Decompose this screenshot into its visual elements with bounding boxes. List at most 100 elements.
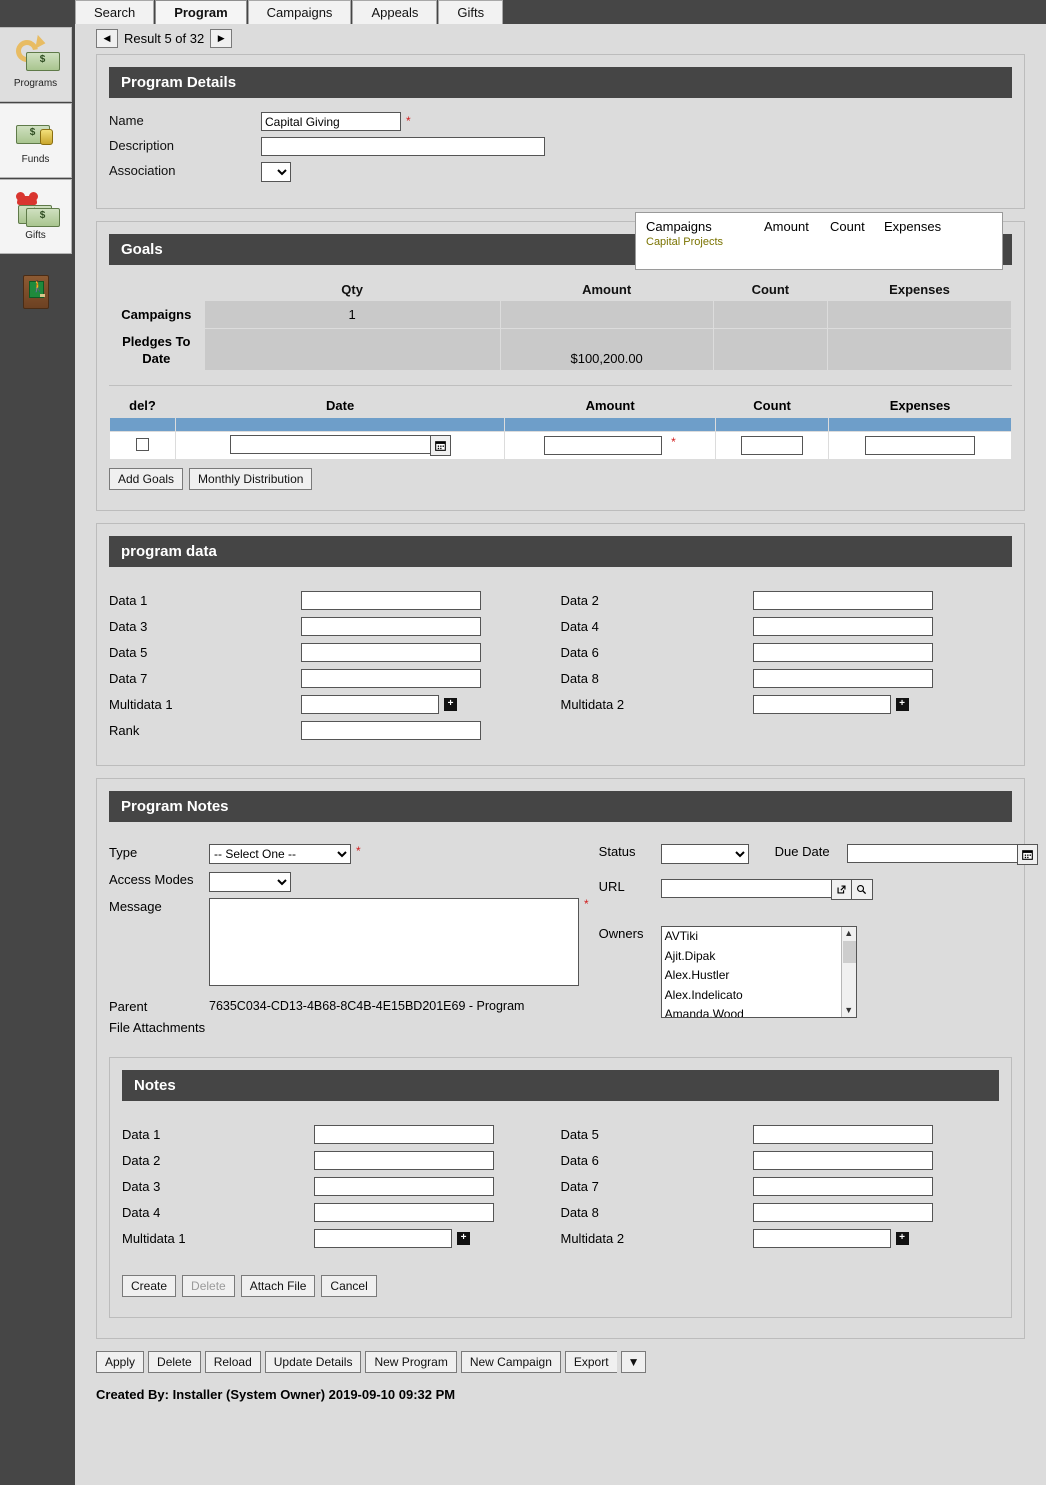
sidebar-item-programs-label: Programs bbox=[13, 78, 58, 89]
summary-col-expenses: Expenses bbox=[889, 282, 950, 297]
prev-result-button[interactable]: ◀ bbox=[96, 29, 118, 48]
tab-search[interactable]: Search bbox=[75, 0, 155, 24]
list-item[interactable]: Ajit.Dipak bbox=[662, 947, 856, 967]
notes-data-row: Data 3 bbox=[122, 1173, 561, 1199]
goal-count-input[interactable] bbox=[741, 436, 804, 455]
scrollbar-thumb[interactable] bbox=[842, 941, 856, 963]
file-attachments-label: File Attachments bbox=[109, 1020, 206, 1035]
add-goals-button[interactable]: Add Goals bbox=[109, 468, 184, 490]
description-input[interactable] bbox=[261, 137, 545, 156]
notes-data-label: Data 3 bbox=[122, 1178, 161, 1194]
due-date-input[interactable] bbox=[846, 844, 1017, 863]
delete-note-button[interactable]: Delete bbox=[182, 1275, 235, 1297]
create-button[interactable]: Create bbox=[122, 1275, 177, 1297]
sidebar-item-programs[interactable]: Programs bbox=[0, 27, 72, 102]
notes-data-5-input[interactable] bbox=[752, 1124, 933, 1144]
notes-multidata-2-input[interactable] bbox=[752, 1228, 891, 1248]
delete-button[interactable]: Delete bbox=[148, 1351, 201, 1373]
calendar-icon[interactable] bbox=[429, 435, 451, 456]
export-button[interactable]: Export bbox=[564, 1351, 617, 1373]
new-program-button[interactable]: New Program bbox=[365, 1351, 457, 1373]
notes-data-2-input[interactable] bbox=[314, 1150, 494, 1170]
notes-data-4-input[interactable] bbox=[314, 1202, 494, 1222]
notes-title: Notes bbox=[122, 1070, 999, 1101]
notes-data-1-input[interactable] bbox=[314, 1124, 494, 1144]
tab-search-label: Search bbox=[94, 5, 136, 20]
program-data-7-input[interactable] bbox=[301, 668, 481, 688]
scroll-up-icon[interactable]: ▲ bbox=[844, 927, 853, 940]
owners-scrollbar[interactable]: ▲ ▼ bbox=[840, 927, 856, 1017]
type-label: Type bbox=[109, 845, 138, 860]
owners-listbox[interactable]: AVTiki Ajit.Dipak Alex.Hustler Alex.Inde… bbox=[660, 926, 857, 1018]
type-select[interactable]: -- Select One -- bbox=[209, 844, 351, 864]
main-tab-bar: Search Program Campaigns Appeals Gifts bbox=[75, 0, 504, 24]
list-item[interactable]: AVTiki bbox=[662, 927, 856, 947]
campaign-link-capital-projects[interactable]: Capital Projects bbox=[646, 236, 992, 248]
url-input[interactable] bbox=[660, 879, 831, 898]
export-dropdown-button[interactable]: ▼ bbox=[620, 1351, 647, 1373]
sidebar-item-funds-label: Funds bbox=[21, 154, 50, 165]
tab-gifts[interactable]: Gifts bbox=[438, 0, 504, 24]
parent-label: Parent bbox=[109, 999, 148, 1014]
notes-multidata-1-input[interactable] bbox=[314, 1228, 452, 1248]
notes-data-7-input[interactable] bbox=[752, 1176, 933, 1196]
sidebar-item-gifts[interactable]: Gifts bbox=[0, 179, 72, 254]
access-modes-select[interactable] bbox=[209, 872, 291, 892]
message-textarea[interactable] bbox=[209, 898, 579, 986]
list-item[interactable]: Alex.Hustler bbox=[662, 966, 856, 986]
program-data-5-input[interactable] bbox=[301, 642, 481, 662]
sidebar-item-funds[interactable]: Funds bbox=[0, 103, 72, 178]
name-input[interactable] bbox=[261, 112, 401, 131]
program-data-4-input[interactable] bbox=[752, 616, 933, 636]
program-data-label: Multidata 1 bbox=[109, 696, 173, 712]
list-item[interactable]: Amanda.Wood bbox=[662, 1005, 856, 1017]
goal-del-checkbox[interactable] bbox=[135, 437, 149, 451]
program-data-3-input[interactable] bbox=[301, 616, 481, 636]
tab-appeals[interactable]: Appeals bbox=[352, 0, 438, 24]
notes-data-6-input[interactable] bbox=[752, 1150, 933, 1170]
association-row: Association bbox=[109, 162, 649, 182]
association-select[interactable] bbox=[261, 162, 291, 182]
plus-icon[interactable]: + bbox=[895, 697, 909, 711]
next-result-button[interactable]: ▶ bbox=[210, 29, 233, 48]
program-multidata-2-input[interactable] bbox=[752, 694, 891, 714]
summary-pledges-qty bbox=[203, 328, 501, 371]
goal-expenses-input[interactable] bbox=[865, 436, 976, 455]
reload-button[interactable]: Reload bbox=[204, 1351, 261, 1373]
program-data-2-input[interactable] bbox=[752, 590, 933, 610]
external-link-icon[interactable] bbox=[830, 879, 852, 900]
program-multidata-1-input[interactable] bbox=[301, 694, 439, 714]
new-campaign-button[interactable]: New Campaign bbox=[460, 1351, 561, 1373]
search-icon[interactable] bbox=[851, 879, 873, 900]
due-date-label: Due Date bbox=[774, 844, 830, 859]
calendar-icon[interactable] bbox=[1016, 844, 1038, 865]
program-data-1-input[interactable] bbox=[301, 590, 481, 610]
program-data-panel: program data Data 1 Data 3 Data 5 Data 7… bbox=[96, 523, 1025, 766]
scroll-down-icon[interactable]: ▼ bbox=[844, 1004, 853, 1017]
message-label: Message bbox=[109, 899, 162, 914]
status-select[interactable] bbox=[660, 844, 749, 864]
tab-program[interactable]: Program bbox=[155, 0, 247, 24]
apply-button[interactable]: Apply bbox=[96, 1351, 145, 1373]
exit-button[interactable] bbox=[0, 260, 72, 324]
attach-file-button[interactable]: Attach File bbox=[240, 1275, 316, 1297]
rank-input[interactable] bbox=[301, 720, 481, 740]
summary-row-pledges-label: Pledges To Date bbox=[122, 333, 191, 366]
tab-campaigns[interactable]: Campaigns bbox=[247, 0, 352, 24]
monthly-distribution-button[interactable]: Monthly Distribution bbox=[189, 468, 313, 490]
program-data-label: Data 2 bbox=[560, 592, 599, 608]
cancel-button[interactable]: Cancel bbox=[321, 1275, 377, 1297]
notes-button-row: Create Delete Attach File Cancel bbox=[122, 1275, 999, 1297]
plus-icon[interactable]: + bbox=[457, 1231, 470, 1245]
notes-data-8-input[interactable] bbox=[752, 1202, 933, 1222]
plus-icon[interactable]: + bbox=[444, 697, 457, 711]
update-details-button[interactable]: Update Details bbox=[264, 1351, 362, 1373]
goal-date-input[interactable] bbox=[229, 435, 430, 454]
program-data-8-input[interactable] bbox=[752, 668, 933, 688]
plus-icon[interactable]: + bbox=[895, 1231, 909, 1245]
notes-data-3-input[interactable] bbox=[314, 1176, 494, 1196]
list-item[interactable]: Alex.Indelicato bbox=[662, 986, 856, 1006]
program-data-6-input[interactable] bbox=[752, 642, 933, 662]
url-label: URL bbox=[598, 879, 625, 894]
goal-amount-input[interactable] bbox=[544, 436, 663, 455]
